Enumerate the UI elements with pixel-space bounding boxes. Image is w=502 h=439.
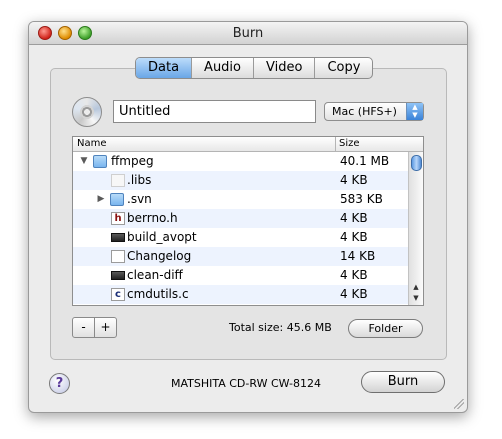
- file-name: .svn: [127, 192, 152, 206]
- table-row[interactable]: c cmdutils.c 4 KB: [73, 285, 410, 304]
- table-header: Name Size: [73, 137, 423, 152]
- file-name: berrno.h: [127, 211, 178, 225]
- disclosure-expanded-icon[interactable]: ▼: [79, 152, 89, 171]
- window-title: Burn: [232, 26, 264, 41]
- tab-copy[interactable]: Copy: [314, 58, 372, 78]
- column-header-size[interactable]: Size: [339, 137, 360, 151]
- tab-bar: Data Audio Video Copy: [135, 57, 374, 79]
- column-header-name[interactable]: Name: [77, 137, 107, 151]
- tab-data[interactable]: Data: [136, 58, 192, 78]
- total-size-value: 45.6 MB: [286, 321, 332, 334]
- disc-icon: [72, 97, 102, 127]
- burn-window: Burn Data Audio Video Copy Mac (HFS+) ▲▼…: [28, 21, 468, 413]
- executable-icon: [111, 233, 125, 242]
- executable-icon: [111, 271, 125, 280]
- file-size: 4 KB: [340, 287, 368, 301]
- tab-audio[interactable]: Audio: [191, 58, 253, 78]
- vertical-scrollbar[interactable]: ▲ ▼: [408, 152, 423, 305]
- file-name: .libs: [127, 173, 152, 187]
- resize-grip-icon[interactable]: [454, 399, 464, 409]
- table-row[interactable]: clean-diff 4 KB: [73, 266, 410, 285]
- file-name: Changelog: [127, 249, 192, 263]
- popup-arrows-icon: ▲ ▼: [406, 103, 423, 120]
- file-size: 40.1 MB: [340, 154, 390, 168]
- file-size: 4 KB: [340, 173, 368, 187]
- filesystem-format-label: Mac (HFS+): [332, 105, 397, 118]
- table-row[interactable]: build_avopt 4 KB: [73, 228, 410, 247]
- folder-button[interactable]: Folder: [348, 319, 423, 338]
- file-size: 4 KB: [340, 230, 368, 244]
- scroll-down-arrow-icon[interactable]: ▼: [409, 294, 423, 302]
- file-name: clean-diff: [127, 268, 183, 282]
- scroll-thumb[interactable]: [411, 155, 422, 171]
- file-size: 4 KB: [340, 268, 368, 282]
- table-rows: ▼ ffmpeg 40.1 MB .libs 4 KB ▶ .svn 583 K…: [73, 152, 410, 304]
- file-name: build_avopt: [127, 230, 197, 244]
- disclosure-collapsed-icon[interactable]: ▶: [96, 190, 106, 209]
- folder-icon: [110, 193, 124, 206]
- scroll-up-arrow-icon[interactable]: ▲: [409, 283, 423, 291]
- remove-item-button[interactable]: -: [72, 317, 95, 338]
- total-size-label: Total size:: [229, 321, 284, 334]
- document-icon: [111, 250, 125, 263]
- file-name: ffmpeg: [111, 154, 154, 168]
- column-divider: [335, 137, 336, 151]
- title-bar[interactable]: Burn: [29, 22, 467, 45]
- folder-icon: [93, 155, 107, 168]
- table-row[interactable]: .libs 4 KB: [73, 171, 410, 190]
- table-row[interactable]: h berrno.h 4 KB: [73, 209, 410, 228]
- tab-video[interactable]: Video: [253, 58, 314, 78]
- add-item-button[interactable]: +: [94, 317, 117, 338]
- file-size: 583 KB: [340, 192, 383, 206]
- c-file-icon: c: [111, 288, 125, 301]
- table-row[interactable]: ▼ ffmpeg 40.1 MB: [73, 152, 410, 171]
- total-size: Total size: 45.6 MB: [229, 321, 332, 334]
- file-size: 14 KB: [340, 249, 376, 263]
- filesystem-format-popup[interactable]: Mac (HFS+) ▲ ▼: [324, 102, 424, 121]
- table-row[interactable]: ▶ .svn 583 KB: [73, 190, 410, 209]
- file-size: 4 KB: [340, 211, 368, 225]
- burn-button[interactable]: Burn: [361, 371, 445, 393]
- disc-name-field[interactable]: [113, 100, 316, 123]
- file-list-table: Name Size ▼ ffmpeg 40.1 MB .libs 4 KB ▶ …: [72, 136, 424, 306]
- h-file-icon: h: [111, 212, 125, 225]
- table-row[interactable]: Changelog 14 KB: [73, 247, 410, 266]
- document-icon: [111, 174, 125, 187]
- file-name: cmdutils.c: [127, 287, 189, 301]
